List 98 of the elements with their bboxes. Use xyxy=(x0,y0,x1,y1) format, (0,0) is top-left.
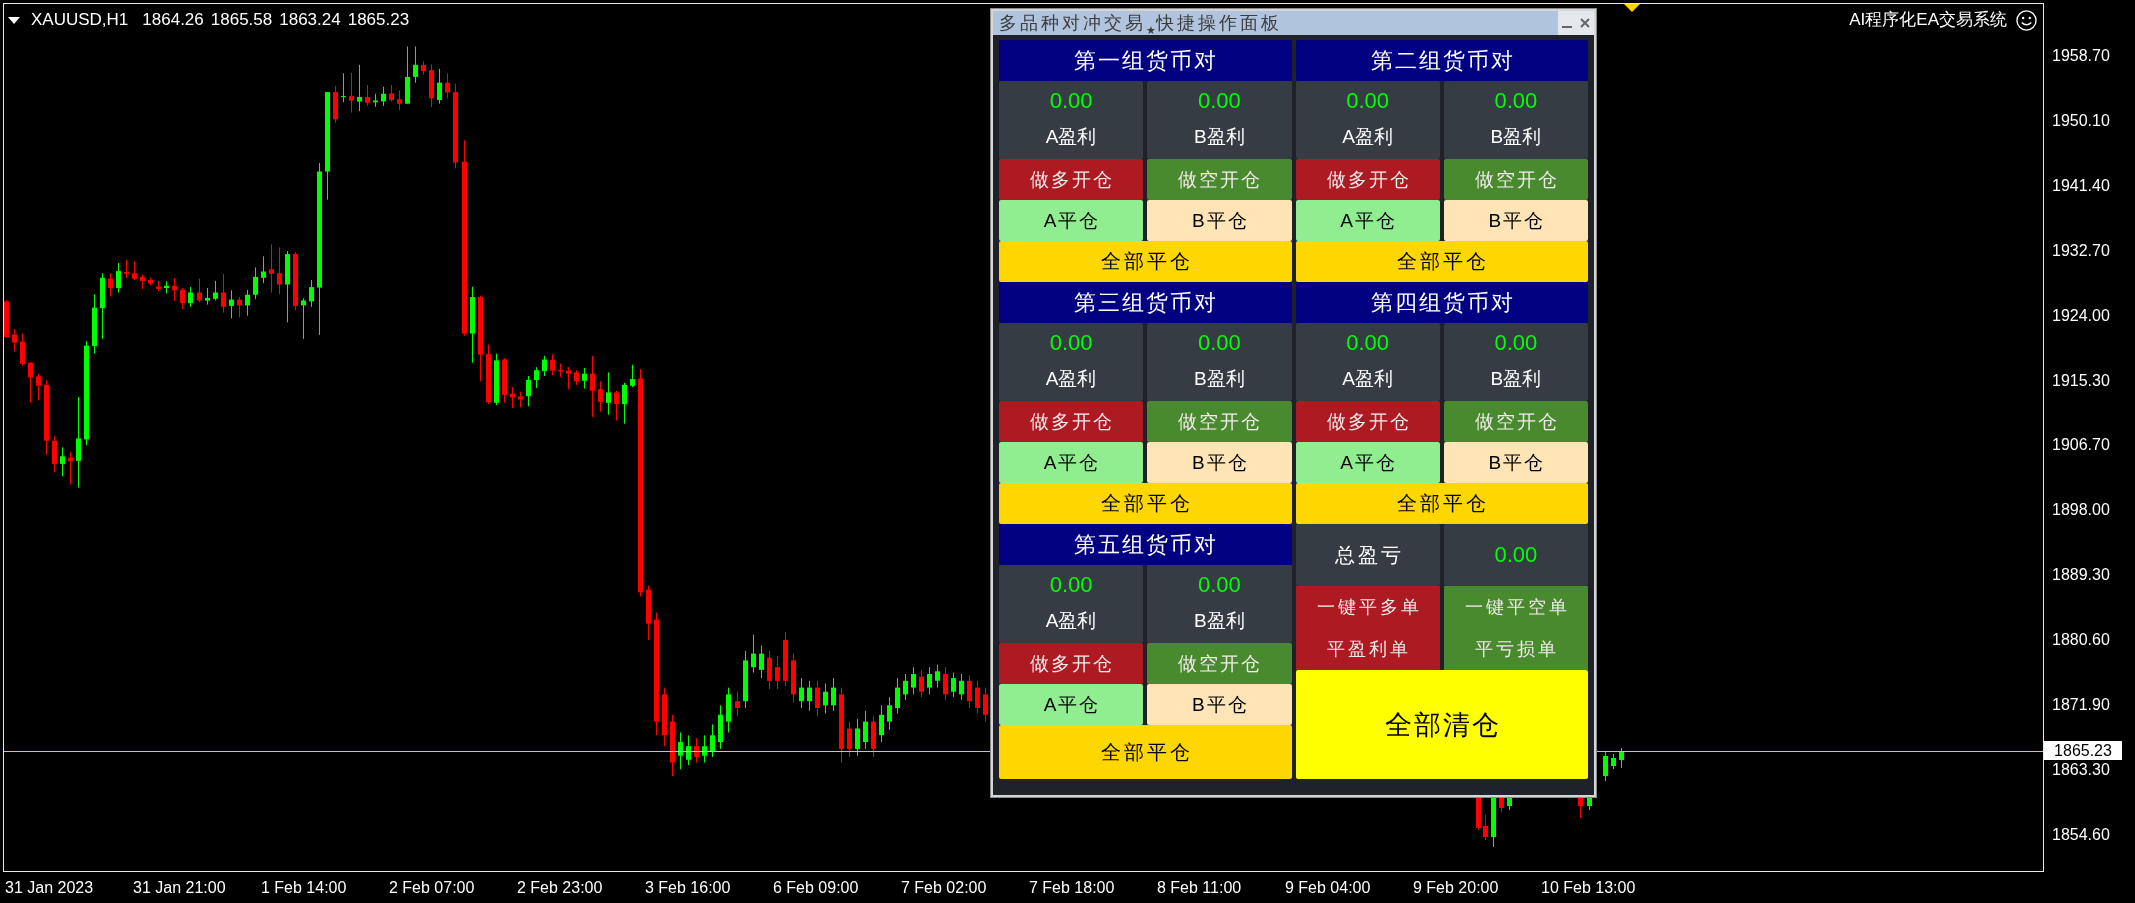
profit-label: B盈利 xyxy=(1194,367,1245,391)
close-position-button[interactable]: A平仓 xyxy=(999,684,1144,725)
quick-close-button[interactable]: 平盈利单 xyxy=(1295,628,1440,670)
close-all-button[interactable]: 全部平仓 xyxy=(999,483,1292,524)
price-axis-label: 1871.90 xyxy=(2052,695,2110,715)
price-axis-label: 1932.70 xyxy=(2052,240,2110,261)
open-position-button[interactable]: 做空开仓 xyxy=(1147,643,1292,684)
price-axis-label: 1880.60 xyxy=(2052,630,2110,651)
price-axis-label: 1915.30 xyxy=(2052,370,2110,391)
profit-label: A盈利 xyxy=(1342,367,1393,391)
time-axis-label: 6 Feb 09:00 xyxy=(773,877,860,898)
open-position-button[interactable]: 做多开仓 xyxy=(1295,401,1440,442)
panel-title: 多品种对冲交易$_{★}$快捷操作面板 xyxy=(998,12,1283,35)
close-position-button[interactable]: B平仓 xyxy=(1147,200,1292,241)
group-header: 第五组货币对 xyxy=(999,524,1292,565)
close-position-button[interactable]: B平仓 xyxy=(1443,200,1588,241)
group-header: 第四组货币对 xyxy=(1295,282,1588,323)
profit-value: 0.00 xyxy=(1494,87,1538,115)
time-axis-label: 1 Feb 14:00 xyxy=(261,877,348,898)
time-axis-label: 7 Feb 02:00 xyxy=(901,877,988,898)
time-axis-label: 2 Feb 23:00 xyxy=(517,877,604,898)
time-axis-label: 31 Jan 2023 xyxy=(5,877,95,898)
close-all-button[interactable]: 全部平仓 xyxy=(999,241,1292,282)
smiley-icon xyxy=(2016,9,2037,31)
price-axis-label: 1898.00 xyxy=(2052,500,2110,521)
close-position-button[interactable]: A平仓 xyxy=(999,442,1144,483)
group-header: 第二组货币对 xyxy=(1295,40,1588,81)
open-position-button[interactable]: 做多开仓 xyxy=(1295,159,1440,200)
quick-close-button[interactable]: 一键平多单 xyxy=(1295,586,1440,628)
open-position-button[interactable]: 做多开仓 xyxy=(999,401,1144,442)
profit-value: 0.00 xyxy=(1197,87,1241,115)
open-position-button[interactable]: 做多开仓 xyxy=(999,643,1144,684)
profit-value: 0.00 xyxy=(1049,329,1093,357)
close-all-button[interactable]: 全部平仓 xyxy=(1295,241,1588,282)
time-axis-label: 2 Feb 07:00 xyxy=(389,877,476,898)
price-axis-label: 1889.30 xyxy=(2052,565,2110,586)
quick-close-button[interactable]: 平亏损单 xyxy=(1443,628,1588,670)
price-axis-label: 1854.60 xyxy=(2052,824,2110,845)
triangle-marker-icon[interactable] xyxy=(1624,4,1640,12)
symbol-label: XAUUSD,H1 xyxy=(31,9,129,31)
time-axis-label: 3 Feb 16:00 xyxy=(645,877,732,898)
close-all-button[interactable]: 全部平仓 xyxy=(1295,483,1588,524)
indicator-label: AI程序化EA交易系统 xyxy=(1849,9,2007,31)
time-axis-label: 7 Feb 18:00 xyxy=(1029,877,1116,898)
profit-label: B盈利 xyxy=(1194,609,1245,633)
price-axis-label: 1906.70 xyxy=(2052,435,2110,456)
close-position-button[interactable]: B平仓 xyxy=(1147,684,1292,725)
close-position-button[interactable]: B平仓 xyxy=(1443,442,1588,483)
price-quote: 1865.23 xyxy=(347,9,410,31)
profit-value: 0.00 xyxy=(1049,87,1093,115)
time-axis-label: 31 Jan 21:00 xyxy=(133,877,227,898)
time-axis-label: 10 Feb 13:00 xyxy=(1541,877,1637,898)
open-position-button[interactable]: 做空开仓 xyxy=(1147,159,1292,200)
price-axis-label: 1924.00 xyxy=(2052,305,2110,326)
profit-value: 0.00 xyxy=(1197,329,1241,357)
profit-value: 0.00 xyxy=(1494,329,1538,357)
close-all-button[interactable]: 全部平仓 xyxy=(999,725,1292,779)
profit-label: A盈利 xyxy=(1342,125,1393,149)
close-position-button[interactable]: A平仓 xyxy=(1295,200,1440,241)
profit-label: B盈利 xyxy=(1194,125,1245,149)
price-quote: 1865.58 xyxy=(210,9,273,31)
quick-close-button[interactable]: 一键平空单 xyxy=(1443,586,1588,628)
price-quote: 1863.24 xyxy=(279,9,341,31)
profit-value: 0.00 xyxy=(1197,571,1241,599)
caret-icon[interactable] xyxy=(8,16,20,24)
open-position-button[interactable]: 做空开仓 xyxy=(1443,159,1588,200)
profit-value: 0.00 xyxy=(1346,87,1390,115)
current-price-label: 1865.23 xyxy=(2044,741,2122,760)
price-quote: 1864.26 xyxy=(142,9,204,31)
price-axis-label: 1958.70 xyxy=(2052,46,2110,66)
profit-label: A盈利 xyxy=(1045,609,1097,633)
time-axis-label: 9 Feb 04:00 xyxy=(1285,877,1372,898)
profit-label: B盈利 xyxy=(1490,367,1542,391)
profit-value: 0.00 xyxy=(1346,329,1390,357)
price-axis-label: 1863.30 xyxy=(2052,759,2110,780)
total-profit-label: 总盈亏 xyxy=(1295,524,1440,586)
close-button[interactable] xyxy=(1576,11,1594,35)
price-axis-label: 1941.40 xyxy=(2052,175,2110,196)
profit-label: B盈利 xyxy=(1490,125,1542,149)
open-position-button[interactable]: 做空开仓 xyxy=(1147,401,1292,442)
time-axis-label: 9 Feb 20:00 xyxy=(1413,877,1500,898)
price-axis-label: 1950.10 xyxy=(2052,110,2110,131)
minimize-button[interactable] xyxy=(1558,11,1576,35)
total-profit-value: 0.00 xyxy=(1443,524,1588,586)
time-axis-label: 8 Feb 11:00 xyxy=(1157,877,1243,898)
close-icon xyxy=(1580,18,1590,28)
clear-all-button[interactable]: 全部清仓 xyxy=(1295,670,1588,779)
profit-value: 0.00 xyxy=(1049,571,1093,599)
group-header: 第一组货币对 xyxy=(999,40,1292,81)
group-header: 第三组货币对 xyxy=(999,282,1292,323)
close-position-button[interactable]: B平仓 xyxy=(1147,442,1292,483)
profit-label: A盈利 xyxy=(1045,367,1097,391)
close-position-button[interactable]: A平仓 xyxy=(1295,442,1440,483)
minimize-icon xyxy=(1562,26,1572,28)
profit-label: A盈利 xyxy=(1045,125,1097,149)
open-position-button[interactable]: 做多开仓 xyxy=(999,159,1144,200)
open-position-button[interactable]: 做空开仓 xyxy=(1443,401,1588,442)
close-position-button[interactable]: A平仓 xyxy=(999,200,1144,241)
